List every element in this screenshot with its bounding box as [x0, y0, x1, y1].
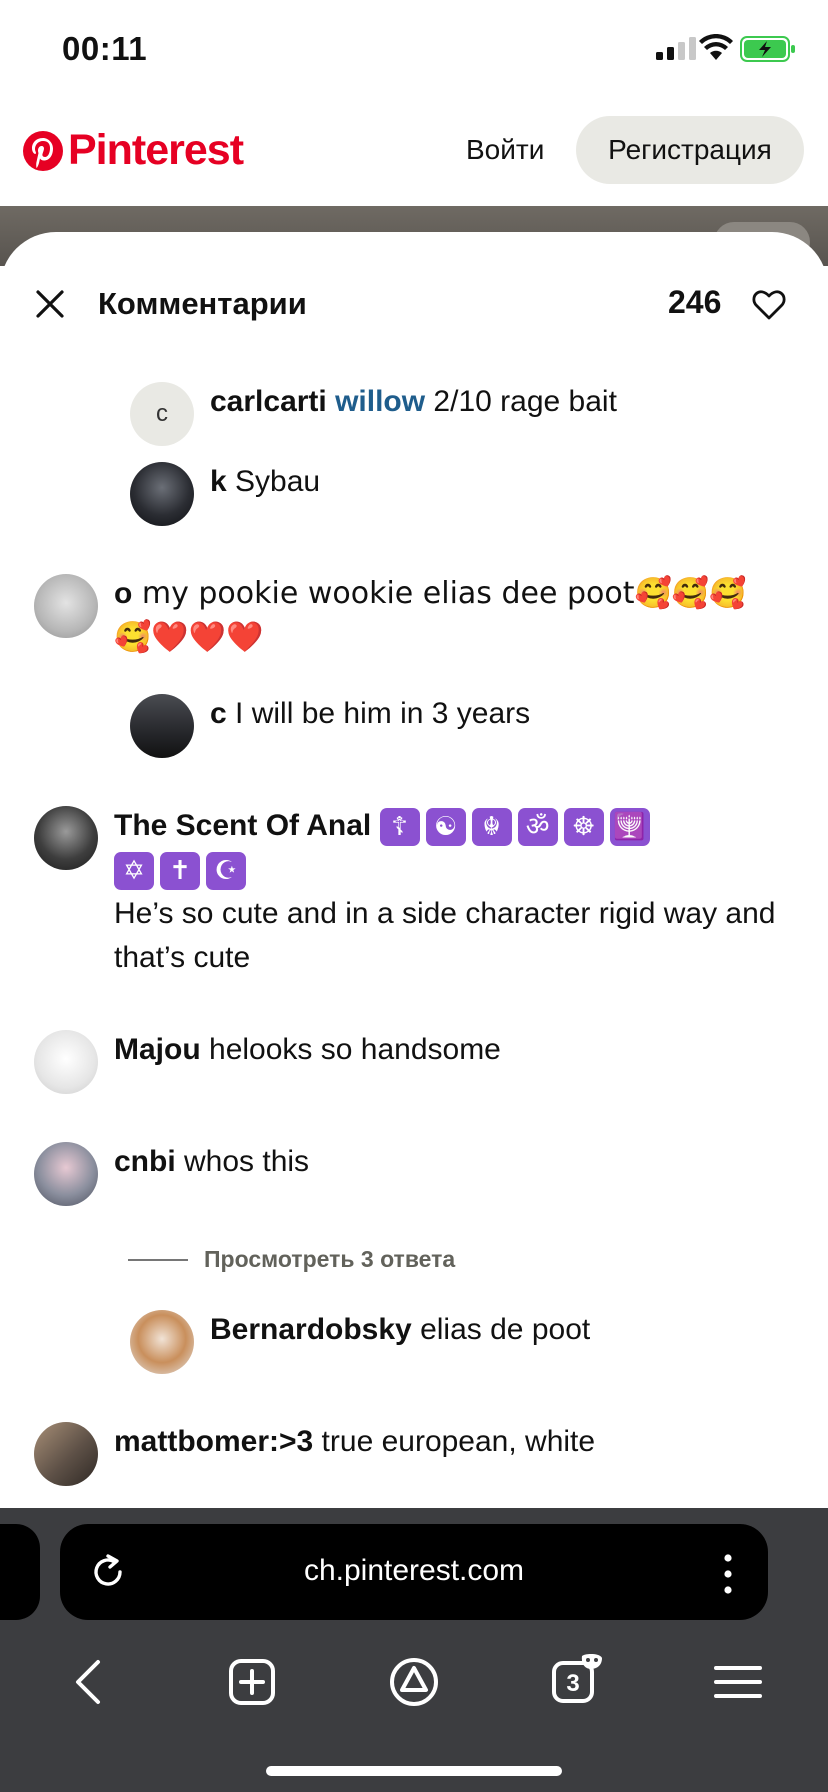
comment-body-emoji: 🥰❤️❤️❤️: [114, 620, 264, 655]
comment: The Scent Of Anal ☦ ☯ ☬ ॐ ☸ 🕎 ✡ ✝ ☪ He’s so cut…: [34, 806, 794, 980]
comments-sheet: Комментарии 246 c carlcarti willow 2/10 …: [0, 232, 828, 1508]
address-bar[interactable]: ch.pinterest.com: [60, 1524, 768, 1620]
assistant-icon[interactable]: [386, 1654, 442, 1710]
more-options-icon[interactable]: [724, 1554, 732, 1594]
symbol-badge: ✡: [114, 852, 154, 891]
comment-text: o my pookie wookie elias dee poot🥰🥰🥰 🥰❤️…: [114, 572, 747, 660]
brand-wordmark: Pinterest: [68, 126, 244, 174]
tabs-icon[interactable]: 3: [548, 1654, 604, 1710]
comment-body: He’s so cute and in a side character rig…: [114, 897, 776, 974]
avatar[interactable]: [34, 1422, 98, 1486]
comment-body: my pookie wookie elias dee poot🥰🥰🥰: [132, 576, 747, 611]
comment-body: true european, white: [313, 1425, 596, 1458]
comment-text: k Sybau: [210, 460, 320, 526]
comment-body: 2/10 rage bait: [425, 385, 617, 418]
comment-author[interactable]: mattbomer:>3: [114, 1425, 313, 1458]
avatar[interactable]: [34, 806, 98, 870]
symbol-badge: ☸: [563, 808, 604, 847]
comment-author[interactable]: carlcarti: [210, 385, 327, 418]
new-tab-icon[interactable]: [224, 1654, 280, 1710]
view-replies-link[interactable]: Просмотреть 3 ответа: [128, 1246, 455, 1273]
comment-text: carlcarti willow 2/10 rage bait: [210, 380, 617, 446]
avatar[interactable]: [34, 574, 98, 638]
reply-divider-line: [128, 1258, 188, 1261]
comment-body: I will be him in 3 years: [226, 697, 531, 730]
comment-author[interactable]: c: [210, 697, 227, 730]
heart-icon[interactable]: [752, 288, 786, 322]
wifi-icon: [699, 34, 733, 60]
browser-toolbar: ch.pinterest.com 3: [0, 1508, 828, 1792]
comment-body: Sybau: [226, 465, 321, 498]
comment-mention[interactable]: willow: [335, 385, 425, 418]
comment-author[interactable]: Bernardobsky: [210, 1313, 412, 1346]
comment-body: whos this: [175, 1145, 310, 1178]
site-header: Pinterest Войти Регистрация: [0, 100, 828, 206]
comment-reply: Bernardobsky elias de poot: [130, 1310, 590, 1374]
pinterest-p-icon: [23, 130, 63, 171]
home-indicator[interactable]: [266, 1766, 562, 1776]
tab-count: 3: [566, 1670, 579, 1697]
status-time: 00:11: [62, 30, 148, 67]
back-icon[interactable]: [62, 1654, 118, 1710]
avatar[interactable]: [34, 1142, 98, 1206]
comment-author[interactable]: o: [114, 577, 132, 610]
signup-button[interactable]: Регистрация: [576, 116, 804, 184]
comments-header: Комментарии 246: [0, 232, 828, 352]
previous-tab-stub[interactable]: [0, 1524, 40, 1620]
comment-reply: c I will be him in 3 years: [130, 694, 530, 758]
comment: mattbomer:>3 true european, white: [34, 1422, 595, 1486]
status-bar: 00:11: [0, 0, 828, 100]
url-text: ch.pinterest.com: [303, 1554, 525, 1587]
symbol-badge: ☦: [379, 808, 420, 847]
symbol-badge: ॐ: [517, 808, 558, 847]
battery-icon: [740, 36, 795, 62]
avatar[interactable]: [130, 462, 194, 526]
avatar[interactable]: [130, 1310, 194, 1374]
comment-reply: k Sybau: [130, 462, 320, 526]
comment-author[interactable]: The Scent Of Anal: [114, 809, 371, 842]
avatar[interactable]: [130, 694, 194, 758]
comment: Majou helooks so handsome: [34, 1030, 501, 1094]
comment-body: elias de poot: [411, 1313, 591, 1346]
comment-author[interactable]: Majou: [114, 1033, 201, 1066]
comment-reply: c carlcarti willow 2/10 rage bait: [130, 382, 617, 446]
pinterest-logo[interactable]: Pinterest: [22, 126, 244, 175]
comment-text: Majou helooks so handsome: [114, 1028, 501, 1094]
close-icon[interactable]: [32, 286, 68, 322]
symbol-badge: ✝: [160, 852, 200, 891]
comment: cnbi whos this: [34, 1142, 309, 1206]
menu-icon[interactable]: [710, 1654, 766, 1710]
avatar[interactable]: [34, 1030, 98, 1094]
symbol-badge: ☪: [206, 852, 246, 891]
comment-author[interactable]: k: [210, 465, 227, 498]
comment-text: c I will be him in 3 years: [210, 692, 530, 758]
symbol-badge: ☬: [471, 808, 512, 847]
login-link[interactable]: Войти: [466, 134, 544, 166]
view-replies-label: Просмотреть 3 ответа: [204, 1246, 456, 1272]
symbol-badge: 🕎: [609, 808, 650, 847]
avatar[interactable]: c: [130, 382, 194, 446]
comment-author[interactable]: cnbi: [114, 1145, 176, 1178]
comment-text: Bernardobsky elias de poot: [210, 1308, 590, 1374]
comments-title: Комментарии: [98, 286, 307, 321]
like-count: 246: [668, 284, 722, 320]
comment-text: mattbomer:>3 true european, white: [114, 1420, 595, 1486]
browser-nav-row: 3: [0, 1654, 828, 1714]
cellular-signal-icon: [656, 37, 696, 60]
comment-body: helooks so handsome: [200, 1033, 501, 1066]
symbol-badge: ☯: [425, 808, 466, 847]
comment-text: cnbi whos this: [114, 1140, 309, 1206]
comment: o my pookie wookie elias dee poot🥰🥰🥰 🥰❤️…: [34, 574, 774, 660]
comment-text: The Scent Of Anal ☦ ☯ ☬ ॐ ☸ 🕎 ✡ ✝ ☪ He’s so cut…: [114, 804, 794, 980]
